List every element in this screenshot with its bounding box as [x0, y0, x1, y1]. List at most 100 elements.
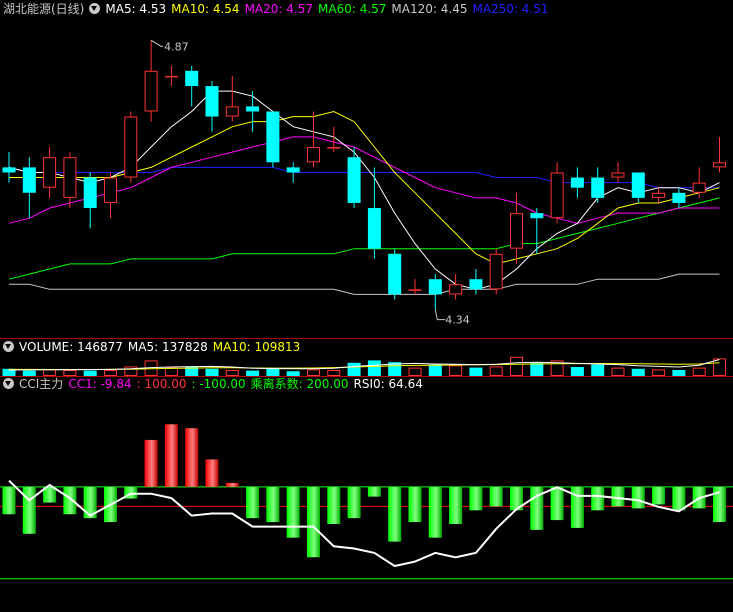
candle [2, 152, 16, 183]
cci-bar-negative [408, 486, 422, 523]
cci-bar-positive [185, 428, 199, 487]
collapse-icon[interactable] [3, 378, 14, 389]
volume-bar-up [327, 370, 341, 376]
candle [124, 111, 138, 183]
cci-bar-negative [367, 486, 381, 497]
cci-bar-negative [713, 486, 726, 523]
candle-body-down [591, 177, 605, 198]
cci-bar-negative [246, 486, 260, 519]
ma10-label: MA10: 4.54 [171, 2, 240, 16]
chart-canvas: 4.87 4.34 [0, 39, 733, 580]
candle [428, 274, 442, 310]
candle-body-down [428, 279, 442, 295]
candle-body-down [266, 111, 280, 163]
volume-bar-down [428, 364, 442, 376]
cci-bar-negative [266, 486, 280, 523]
cci-bar-negative [449, 486, 463, 525]
volume-ma10-label: MA10: 109813 [212, 340, 301, 354]
candle-body-down [469, 279, 483, 290]
candle [631, 172, 645, 203]
candle [22, 157, 36, 219]
high-price-label: 4.87 [164, 40, 189, 53]
candle-body-up [713, 162, 726, 168]
candle-body-down [246, 106, 260, 112]
volume-bar-down [266, 368, 280, 376]
candle-body-up [104, 177, 117, 203]
candle [367, 167, 381, 259]
volume-bar-up [408, 367, 422, 377]
candle-body-up [307, 147, 320, 163]
candle-body-down [570, 177, 584, 188]
candle [611, 162, 625, 183]
coef-label: 乘离系数: 200.00 [250, 377, 349, 391]
price-panel-header: 湖北能源(日线) MA5: 4.53 MA10: 4.54 MA20: 4.57 MA6… [3, 1, 554, 17]
volume-bar-down [570, 367, 584, 376]
candle-body-up [550, 172, 564, 219]
volume-bar-down [367, 360, 381, 376]
volume-panel-header: VOLUME: 146877 MA5: 137828 MA10: 109813 [3, 339, 305, 355]
candle [185, 65, 199, 107]
volume-bar-down [591, 364, 605, 376]
candle-body-down [185, 70, 199, 87]
candle [83, 172, 97, 229]
candle-body-down [631, 172, 645, 198]
cci-bar-positive [225, 482, 239, 487]
candle [591, 167, 605, 203]
volume-bar-down [530, 362, 544, 376]
candle [449, 274, 463, 300]
candle [692, 167, 706, 198]
cci-bar-negative [631, 486, 645, 509]
candle-body-down [367, 208, 381, 249]
candle [347, 147, 361, 209]
candle-body-up [164, 75, 178, 78]
candle [104, 172, 117, 219]
ma250-label: MA250: 4.51 [472, 2, 549, 16]
candle [469, 269, 483, 295]
volume-bar-down [347, 362, 361, 376]
candle [205, 80, 219, 132]
low-price-label: 4.34 [445, 314, 470, 327]
cci-bar-negative [347, 486, 361, 519]
collapse-icon[interactable] [3, 341, 14, 352]
ma20-label: MA20: 4.57 [244, 2, 313, 16]
volume-bar-down [672, 370, 686, 376]
volume-bar-up [489, 366, 503, 376]
volume-bar-up [307, 369, 320, 376]
cci-bar-negative [327, 486, 341, 525]
collapse-icon[interactable] [89, 3, 101, 14]
candle [266, 111, 280, 168]
cci-bar-positive [164, 424, 178, 487]
volume-bar-up [225, 370, 239, 376]
volume-bar-up [692, 367, 706, 377]
candle [388, 248, 402, 300]
candle [652, 187, 666, 203]
volume-label: VOLUME: 146877 [19, 340, 123, 354]
candle [43, 147, 57, 198]
candle-body-up [489, 253, 503, 290]
volume-bar-up [63, 370, 77, 376]
cci-bar-negative [286, 486, 300, 538]
candle-body-up [43, 157, 57, 188]
low-marker [434, 309, 446, 321]
volume-bar-up [510, 356, 523, 376]
volume-bar-up [652, 369, 666, 376]
candle-body-up [144, 70, 158, 112]
cci-bar-positive [144, 439, 158, 487]
high-marker [150, 39, 164, 47]
volume-bar-up [164, 367, 178, 377]
cci-bar-positive [205, 459, 219, 487]
cci-bar-negative [489, 486, 503, 507]
candle-body-up [611, 172, 625, 178]
candle-body-up [124, 116, 138, 178]
volume-bar-up [43, 369, 57, 376]
cci-bar-negative [672, 486, 686, 511]
cci-bar-negative [652, 486, 666, 505]
candle [510, 192, 523, 264]
candle [530, 208, 544, 254]
volume-bar-up [449, 365, 463, 377]
cci-bar-negative [428, 486, 442, 538]
ma60-line [8, 197, 720, 280]
cci-bar-negative [591, 486, 605, 511]
candle-body-up [63, 157, 77, 198]
candle-body-up [449, 284, 463, 295]
